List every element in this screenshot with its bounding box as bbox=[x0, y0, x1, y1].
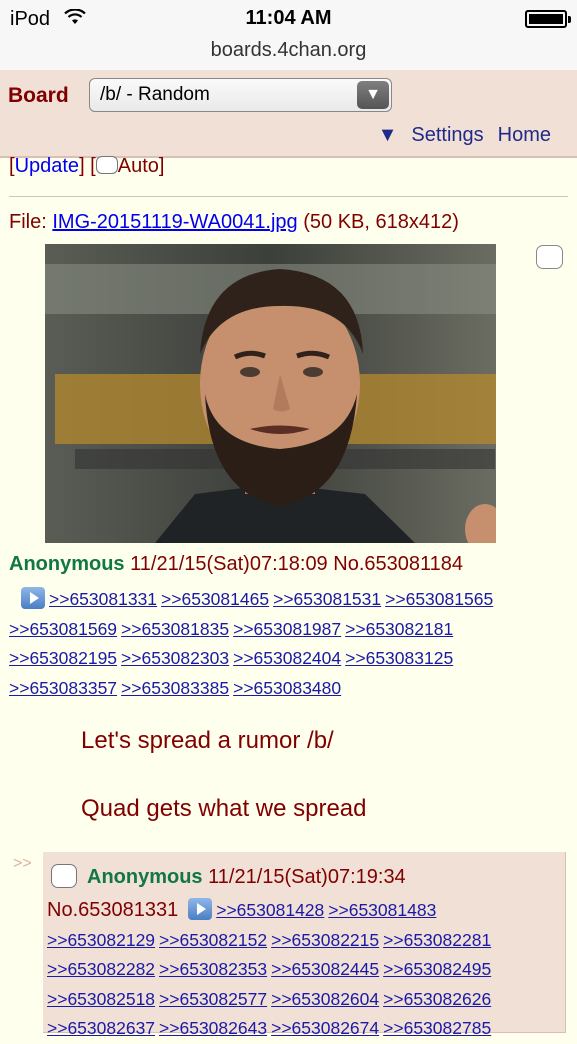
backlink[interactable]: >>653082518 bbox=[47, 989, 155, 1009]
backlink[interactable]: >>653081531 bbox=[273, 589, 381, 609]
backlink[interactable]: >>653081483 bbox=[328, 900, 436, 920]
op-image-thumbnail[interactable] bbox=[45, 244, 496, 543]
home-link[interactable]: Home bbox=[498, 124, 551, 146]
backlink[interactable]: >>653081465 bbox=[161, 589, 269, 609]
backlink[interactable]: >>653082404 bbox=[233, 648, 341, 668]
expand-replies-icon[interactable] bbox=[188, 898, 213, 920]
poster-name: Anonymous bbox=[9, 553, 125, 575]
battery-icon bbox=[525, 10, 571, 28]
backlink[interactable]: >>653083125 bbox=[345, 648, 453, 668]
clock: 11:04 AM bbox=[245, 7, 332, 29]
file-prefix: File: bbox=[9, 211, 47, 233]
backlink[interactable]: >>653082303 bbox=[121, 648, 229, 668]
backlink[interactable]: >>653082281 bbox=[383, 930, 491, 950]
header-links: ▼ Settings Home bbox=[364, 124, 551, 147]
op-backlinks: >>653081331 >>653081465 >>653081531 >>65308… bbox=[9, 585, 569, 703]
thread-update-controls: [Update] [Auto] bbox=[9, 155, 165, 177]
board-select[interactable]: /b/ - Random ▼ bbox=[89, 78, 392, 112]
reply-header: Anonymous 11/21/15(Sat)07:19:34 bbox=[51, 864, 406, 889]
update-link[interactable]: Update bbox=[15, 155, 80, 177]
status-bar: iPod 11:04 AM bbox=[0, 0, 577, 36]
backlink[interactable]: >>653081565 bbox=[385, 589, 493, 609]
auto-label: Auto bbox=[117, 155, 159, 177]
reply-backlinks: No.653081331 >>653081428 >>653081483 >>6530… bbox=[47, 896, 561, 1044]
reply-poster-name: Anonymous bbox=[87, 866, 203, 888]
op-comment: Let's spread a rumor /b/ Quad gets what … bbox=[81, 724, 367, 860]
backlink[interactable]: >>653082445 bbox=[271, 959, 379, 979]
backlink[interactable]: >>653082152 bbox=[159, 930, 267, 950]
backlink[interactable]: >>653082577 bbox=[159, 989, 267, 1009]
backlink[interactable]: >>653081569 bbox=[9, 619, 117, 639]
op-post-header: Anonymous 11/21/15(Sat)07:18:09 No.65308… bbox=[9, 553, 463, 576]
file-details: (50 KB, 618x412) bbox=[303, 211, 459, 233]
menu-triangle-icon[interactable]: ▼ bbox=[378, 124, 398, 146]
file-info: File: IMG-20151119-WA0041.jpg (50 KB, 61… bbox=[9, 211, 459, 234]
auto-checkbox[interactable] bbox=[95, 156, 118, 174]
backlink[interactable]: >>653081331 bbox=[49, 589, 157, 609]
backlink[interactable]: >>653083357 bbox=[9, 678, 117, 698]
backlink[interactable]: >>653082643 bbox=[159, 1018, 267, 1038]
post-number[interactable]: No.653081184 bbox=[333, 553, 463, 575]
backlink[interactable]: >>653082674 bbox=[271, 1018, 379, 1038]
board-select-value: /b/ - Random bbox=[100, 84, 210, 105]
chevron-down-icon[interactable]: ▼ bbox=[357, 81, 389, 109]
backlink[interactable]: >>653082181 bbox=[345, 619, 453, 639]
backlink[interactable]: >>653082353 bbox=[159, 959, 267, 979]
board-navigation-bar: Board /b/ - Random ▼ ▼ Settings Home bbox=[0, 70, 577, 158]
file-link[interactable]: IMG-20151119-WA0041.jpg bbox=[52, 211, 297, 233]
backlink[interactable]: >>653083385 bbox=[121, 678, 229, 698]
expand-replies-icon[interactable] bbox=[21, 587, 45, 609]
address-bar[interactable]: boards.4chan.org bbox=[0, 36, 577, 70]
comment-line: Quad gets what we spread bbox=[81, 795, 367, 822]
backlink[interactable]: >>653081987 bbox=[233, 619, 341, 639]
backlink[interactable]: >>653083480 bbox=[233, 678, 341, 698]
reply-post: Anonymous 11/21/15(Sat)07:19:34 No.65308… bbox=[43, 852, 566, 1038]
backlink[interactable]: >>653082129 bbox=[47, 930, 155, 950]
comment-line: Let's spread a rumor /b/ bbox=[81, 727, 334, 754]
reply-select-checkbox[interactable] bbox=[51, 864, 77, 888]
reply-arrows: >> bbox=[13, 855, 32, 872]
reply-datetime: 11/21/15(Sat)07:19:34 bbox=[208, 866, 406, 888]
backlink[interactable]: >>653081428 bbox=[216, 900, 324, 920]
backlink[interactable]: >>653081835 bbox=[121, 619, 229, 639]
board-label: Board bbox=[8, 84, 69, 107]
settings-link[interactable]: Settings bbox=[411, 124, 483, 146]
divider bbox=[9, 196, 568, 197]
backlink[interactable]: >>653082604 bbox=[271, 989, 379, 1009]
backlink[interactable]: >>653082626 bbox=[383, 989, 491, 1009]
backlink[interactable]: >>653082785 bbox=[383, 1018, 491, 1038]
reply-post-number[interactable]: No.653081331 bbox=[47, 899, 178, 921]
backlink[interactable]: >>653082282 bbox=[47, 959, 155, 979]
backlink[interactable]: >>653082495 bbox=[383, 959, 491, 979]
post-datetime: 11/21/15(Sat)07:18:09 bbox=[130, 553, 328, 575]
backlink[interactable]: >>653082195 bbox=[9, 648, 117, 668]
backlink[interactable]: >>653082637 bbox=[47, 1018, 155, 1038]
op-select-checkbox[interactable] bbox=[536, 245, 563, 269]
backlink[interactable]: >>653082215 bbox=[271, 930, 379, 950]
